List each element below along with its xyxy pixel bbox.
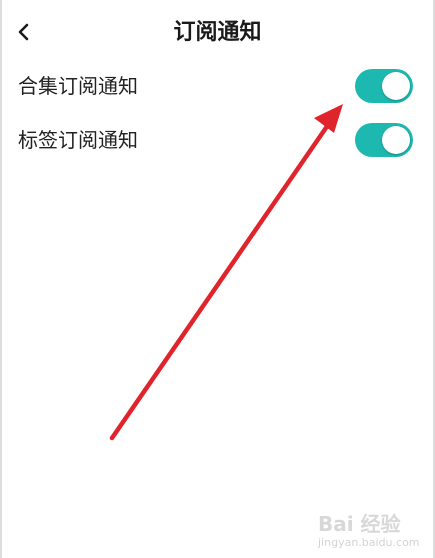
setting-label-tag-subscription: 标签订阅通知: [18, 128, 138, 152]
toggle-tag-subscription[interactable]: [355, 123, 413, 157]
setting-row-tag-subscription: 标签订阅通知: [0, 116, 435, 166]
setting-row-collection-subscription: 合集订阅通知: [0, 62, 435, 112]
page-title: 订阅通知: [173, 20, 262, 45]
watermark-logo: Bai 经验: [318, 508, 401, 537]
toggle-knob: [382, 72, 410, 100]
arrow-shaft: [109, 119, 333, 441]
watermark-url: jingyan.baidu.com: [318, 536, 420, 549]
toggle-knob: [382, 126, 410, 154]
watermark-logo-text: Bai 经验: [318, 512, 401, 536]
header-bar: 订阅通知: [0, 0, 435, 66]
subscription-notification-screen: 订阅通知 合集订阅通知 标签订阅通知 Bai 经验 jingyan.baidu.…: [0, 0, 435, 558]
setting-label-collection-subscription: 合集订阅通知: [18, 74, 138, 98]
toggle-collection-subscription[interactable]: [355, 69, 413, 103]
baidu-watermark: Bai 经验 jingyan.baidu.com: [318, 508, 430, 554]
